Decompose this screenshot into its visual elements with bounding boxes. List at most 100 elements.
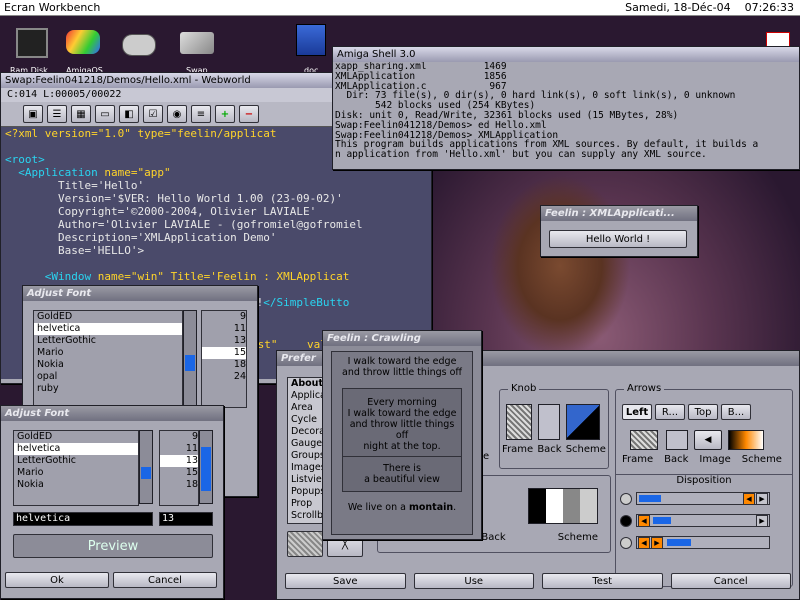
size-list-item[interactable]: 11 xyxy=(160,443,198,455)
arrow-option-label: Image xyxy=(699,454,731,465)
shell-output[interactable]: xapp_sharing.xml 1469 XMLApplication 1856… xyxy=(333,62,799,167)
font-list-item[interactable]: opal xyxy=(34,371,182,383)
font2-size-list[interactable]: 9 11 13 15 18 xyxy=(159,430,199,506)
test-button[interactable]: Test xyxy=(542,573,663,589)
font-list-item[interactable]: Mario xyxy=(34,347,182,359)
font-list-item[interactable]: Nokia xyxy=(14,479,138,491)
arrow-frame-swatch[interactable] xyxy=(630,430,658,450)
cancel-button[interactable]: Cancel xyxy=(670,573,791,589)
screen-menubar[interactable]: Ecran Workbench Samedi, 18-Déc-04 07:26:… xyxy=(0,0,800,16)
font1-titlebar[interactable]: Adjust Font xyxy=(23,286,257,301)
size-list-item[interactable]: 9 xyxy=(202,311,246,323)
disposition-row-1[interactable]: ◀ ▶ xyxy=(620,492,788,506)
code-line: Base='HELLO'> xyxy=(5,244,431,257)
shell-title: Amiga Shell 3.0 xyxy=(337,49,416,60)
scheme-swatch[interactable] xyxy=(528,488,598,524)
size-list-item[interactable]: 9 xyxy=(160,431,198,443)
font-list-item[interactable]: helvetica xyxy=(34,323,182,335)
crawling-bottom-line: We live on a montain. xyxy=(347,502,457,513)
menu-tool-icon[interactable]: ≡ xyxy=(191,105,211,123)
font1-size-list[interactable]: 9 11 13 15 18 24 xyxy=(201,310,247,408)
size-list-item[interactable]: 13 xyxy=(202,335,246,347)
arrow-option-label: Back xyxy=(664,454,689,465)
arrow-scheme-swatch[interactable] xyxy=(728,430,764,450)
prefs-action-bar: Save Use Test Cancel xyxy=(285,573,791,589)
arrows-tab[interactable]: B... xyxy=(721,404,751,420)
knob-labels: Frame Back Scheme xyxy=(500,444,608,455)
radio-tool-icon[interactable]: ◉ xyxy=(167,105,187,123)
disposition-label: Disposition xyxy=(616,474,792,486)
hello-window[interactable]: Feelin : XMLApplicati... Hello World ! xyxy=(540,205,698,257)
font2-size-scrollbar[interactable] xyxy=(199,430,213,504)
font2-scrollbar[interactable] xyxy=(139,430,153,504)
size-list-item[interactable]: 24 xyxy=(202,371,246,383)
ok-button[interactable]: Ok xyxy=(5,572,109,588)
crawling-titlebar[interactable]: Feelin : Crawling xyxy=(323,331,481,346)
font-list-item[interactable]: Nokia xyxy=(34,359,182,371)
use-button[interactable]: Use xyxy=(413,573,534,589)
code-token: Base='HELLO'> xyxy=(5,244,145,257)
string-tool-icon[interactable]: ▭ xyxy=(95,105,115,123)
add-icon[interactable]: + xyxy=(215,105,235,123)
drive-icon[interactable] xyxy=(122,34,156,56)
crawl-text-line: night at the top. xyxy=(363,441,441,452)
list-tool-icon[interactable]: ☰ xyxy=(47,105,67,123)
knob-frame-swatch[interactable] xyxy=(506,404,532,440)
shell-window[interactable]: Amiga Shell 3.0 xapp_sharing.xml 1469 XML… xyxy=(332,46,800,170)
shell-titlebar[interactable]: Amiga Shell 3.0 xyxy=(333,47,799,62)
font-list-item[interactable]: Mario xyxy=(14,467,138,479)
knob-scheme-swatch[interactable] xyxy=(566,404,600,440)
arrow-back-swatch[interactable] xyxy=(666,430,688,450)
font-size-field[interactable]: 13 xyxy=(159,512,213,526)
floppy-icon[interactable] xyxy=(296,24,326,56)
image-tool-icon[interactable]: ▣ xyxy=(23,105,43,123)
swap-drive-icon[interactable] xyxy=(180,32,214,54)
arrow-image-icon[interactable]: ◀ xyxy=(694,430,722,450)
code-token: Title='Hello' xyxy=(5,179,145,192)
checkbox-tool-icon[interactable]: ☑ xyxy=(143,105,163,123)
knob-option-label: Back xyxy=(537,444,562,455)
code-token: Copyright='©2000-2004, Olivier LAVIALE' xyxy=(5,205,317,218)
font-list-item[interactable]: ruby xyxy=(34,383,182,395)
font-list-item[interactable]: LetterGothic xyxy=(14,455,138,467)
disposition-row-2[interactable]: ◀ ▶ xyxy=(620,514,788,528)
font-list-item[interactable]: helvetica xyxy=(14,443,138,455)
font1-list[interactable]: GoldED helvetica LetterGothic Mario Nokia opa… xyxy=(33,310,183,408)
size-list-item[interactable]: 18 xyxy=(202,359,246,371)
ram-disk-icon[interactable] xyxy=(16,28,48,58)
size-list-item[interactable]: 15 xyxy=(160,467,198,479)
code-token: <Application xyxy=(5,166,105,179)
remove-icon[interactable]: − xyxy=(239,105,259,123)
font-list-item[interactable]: GoldED xyxy=(34,311,182,323)
disposition-row-3[interactable]: ◀ ▶ xyxy=(620,536,788,550)
amigaos-icon[interactable] xyxy=(66,30,100,54)
hello-titlebar[interactable]: Feelin : XMLApplicati... xyxy=(541,206,697,221)
size-list-item[interactable]: 15 xyxy=(202,347,246,359)
size-list-item[interactable]: 11 xyxy=(202,323,246,335)
frame-tool-icon[interactable]: ◧ xyxy=(119,105,139,123)
font-list-item[interactable]: LetterGothic xyxy=(34,335,182,347)
arrows-tab[interactable]: Left xyxy=(622,404,652,420)
arrows-tab[interactable]: R... xyxy=(655,404,685,420)
frame-preview-icon[interactable] xyxy=(287,531,323,557)
font1-scrollbar[interactable] xyxy=(183,310,197,406)
font2-titlebar[interactable]: Adjust Font xyxy=(1,406,223,421)
knob-option-label: Scheme xyxy=(565,444,606,455)
font1-title: Adjust Font xyxy=(27,288,92,299)
size-list-item[interactable]: 18 xyxy=(160,479,198,491)
background-option-label: Scheme xyxy=(557,532,598,543)
code-token: <root> xyxy=(5,153,45,166)
knob-back-swatch[interactable] xyxy=(538,404,560,440)
hello-world-button[interactable]: Hello World ! xyxy=(549,230,687,248)
size-list-item[interactable]: 13 xyxy=(160,455,198,467)
font2-list[interactable]: GoldED helvetica LetterGothic Mario Nokia xyxy=(13,430,139,506)
table-tool-icon[interactable]: ▦ xyxy=(71,105,91,123)
code-line: Description='XMLApplication Demo' xyxy=(5,231,431,244)
font-list-item[interactable]: GoldED xyxy=(14,431,138,443)
arrows-tab[interactable]: Top xyxy=(688,404,718,420)
adjust-font-window[interactable]: Adjust Font GoldED helvetica LetterGothic M… xyxy=(0,405,224,599)
crawling-window[interactable]: Feelin : Crawling I walk toward the edge… xyxy=(322,330,482,540)
cancel-button[interactable]: Cancel xyxy=(113,572,217,588)
font-name-field[interactable]: helvetica xyxy=(13,512,153,526)
save-button[interactable]: Save xyxy=(285,573,406,589)
